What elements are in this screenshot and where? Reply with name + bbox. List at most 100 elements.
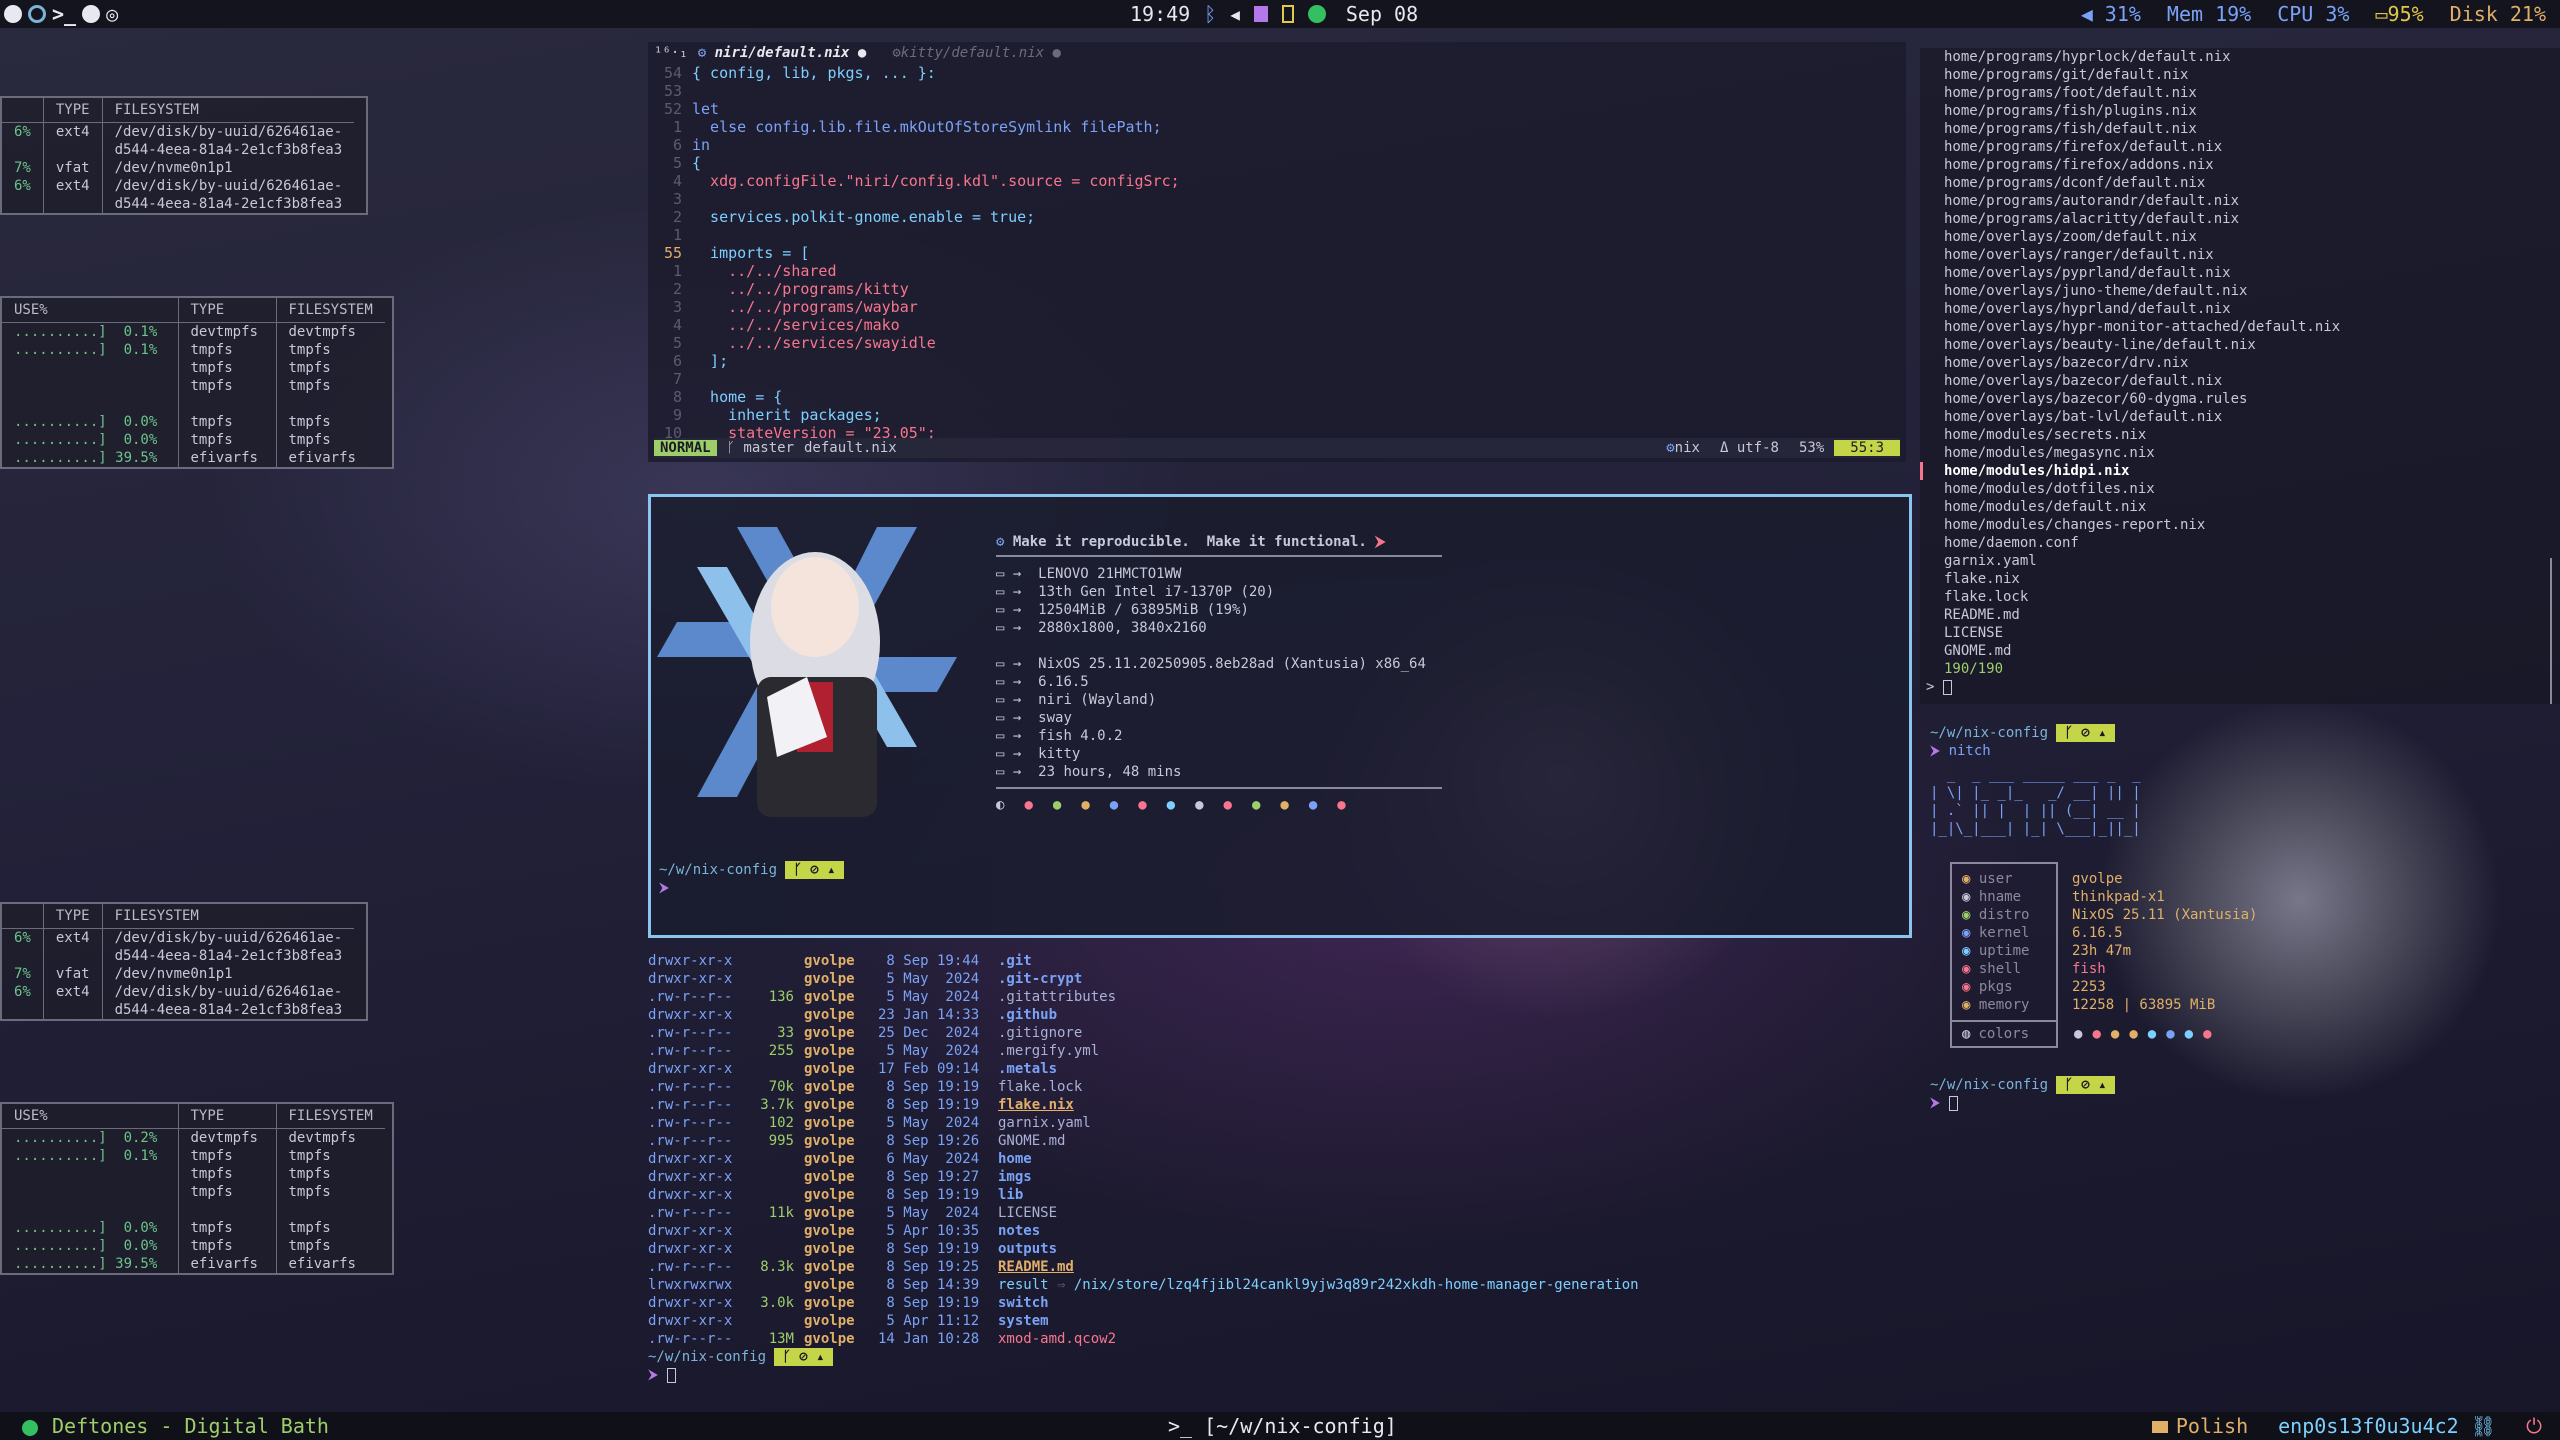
- file-list-item[interactable]: home/overlays/hypr-monitor-attached/defa…: [1920, 318, 2560, 336]
- ls-name[interactable]: lib: [998, 1187, 1023, 1203]
- close-icon[interactable]: ●: [858, 45, 866, 61]
- file-list-item[interactable]: garnix.yaml: [1920, 552, 2560, 570]
- file-list-item[interactable]: home/programs/git/default.nix: [1920, 66, 2560, 84]
- network-status[interactable]: enp0s13f0u3u4c2 ⛓: [2278, 1414, 2496, 1438]
- ghost-icon: ●: [1251, 797, 1261, 813]
- fetch-prompt[interactable]: ~/w/nix-config ᚴ ⊘ ▴ ⮞: [659, 861, 844, 897]
- bluetooth-icon[interactable]: ᛒ: [1204, 2, 1216, 26]
- ls-name[interactable]: GNOME.md: [998, 1133, 1065, 1149]
- ls-name[interactable]: .git: [998, 953, 1032, 969]
- tab-kitty-default[interactable]: ⚙kitty/default.nix ●: [892, 45, 1061, 61]
- ls-name[interactable]: system: [998, 1313, 1049, 1329]
- ls-name[interactable]: .gitattributes: [998, 989, 1116, 1005]
- spotify-icon[interactable]: [1307, 5, 1326, 23]
- ls-name[interactable]: result: [998, 1277, 1049, 1293]
- fastfetch-window[interactable]: ⚙ Make it reproducible. Make it function…: [648, 494, 1912, 938]
- ls-name[interactable]: garnix.yaml: [998, 1115, 1091, 1131]
- file-list-item[interactable]: home/overlays/bat-lvl/default.nix: [1920, 408, 2560, 426]
- ls-name[interactable]: flake.nix: [998, 1097, 1074, 1113]
- close-icon[interactable]: ●: [1053, 45, 1061, 61]
- nitch-key-row: ◉ distro: [1962, 906, 2046, 924]
- file-list-item[interactable]: home/overlays/pyprland/default.nix: [1920, 264, 2560, 282]
- nitch-input[interactable]: ⮞: [1920, 1094, 2560, 1112]
- file-list-item[interactable]: home/overlays/hyprland/default.nix: [1920, 300, 2560, 318]
- file-list-item[interactable]: home/overlays/bazecor/60-dygma.rules: [1920, 390, 2560, 408]
- file-list-item[interactable]: home/modules/megasync.nix: [1920, 444, 2560, 462]
- file-list-item[interactable]: home/overlays/zoom/default.nix: [1920, 228, 2560, 246]
- file-list-item[interactable]: home/programs/dconf/default.nix: [1920, 174, 2560, 192]
- ls-name[interactable]: notes: [998, 1223, 1040, 1239]
- file-list-item[interactable]: home/modules/changes-report.nix: [1920, 516, 2560, 534]
- clock[interactable]: 19:49: [1130, 2, 1190, 26]
- file-list-item[interactable]: LICENSE: [1920, 624, 2560, 642]
- nixos-icon[interactable]: [4, 5, 22, 23]
- ls-name[interactable]: xmod-amd.qcow2: [998, 1331, 1116, 1347]
- ls-name[interactable]: flake.lock: [998, 1079, 1082, 1095]
- ls-name[interactable]: LICENSE: [998, 1205, 1057, 1221]
- nitch-info-box: ◉ user ◉ hname ◉ distro ◉ kernel ◉ uptime ◉ s…: [1950, 862, 2560, 1022]
- file-list-item[interactable]: home/programs/autorandr/default.nix: [1920, 192, 2560, 210]
- ls-name[interactable]: switch: [998, 1295, 1049, 1311]
- file-list-item[interactable]: home/programs/hyprlock/default.nix: [1920, 48, 2560, 66]
- now-playing[interactable]: Deftones - Digital Bath: [0, 1414, 341, 1438]
- terminal-icon[interactable]: >_: [52, 2, 76, 26]
- file-list-item[interactable]: home/overlays/ranger/default.nix: [1920, 246, 2560, 264]
- power-icon[interactable]: ⏻: [2526, 1414, 2542, 1438]
- table-cell: tmpfs: [275, 1147, 385, 1165]
- file-list-item[interactable]: home/daemon.conf: [1920, 534, 2560, 552]
- volume-indicator[interactable]: ◀ 31%: [2081, 2, 2141, 26]
- ls-name[interactable]: .github: [998, 1007, 1057, 1023]
- file-list-item[interactable]: home/overlays/beauty-line/default.nix: [1920, 336, 2560, 354]
- file-list-item[interactable]: home/programs/firefox/addons.nix: [1920, 156, 2560, 174]
- file-list-item[interactable]: home/modules/dotfiles.nix: [1920, 480, 2560, 498]
- file-list-item[interactable]: home/modules/hidpi.nix: [1920, 462, 2560, 480]
- file-list-item[interactable]: home/modules/secrets.nix: [1920, 426, 2560, 444]
- firefox-icon[interactable]: [28, 5, 46, 23]
- tab-niri-default[interactable]: ⚙ niri/default.nix ●: [698, 45, 867, 61]
- ls-name[interactable]: README.md: [998, 1259, 1074, 1275]
- ls-name[interactable]: home: [998, 1151, 1032, 1167]
- fzf-input[interactable]: >: [1920, 678, 2560, 696]
- file-list-item[interactable]: flake.nix: [1920, 570, 2560, 588]
- file-list-item[interactable]: home/programs/foot/default.nix: [1920, 84, 2560, 102]
- ascii-line: |_|\_|___| |_| \___|_||_|: [1930, 821, 2141, 837]
- date[interactable]: Sep 08: [1346, 2, 1418, 26]
- file-list-item[interactable]: home/programs/fish/default.nix: [1920, 120, 2560, 138]
- editor-buffer[interactable]: 54{ config, lib, pkgs, ... }: 53 52 let 1 el…: [648, 64, 1906, 442]
- network-icon[interactable]: ◎: [106, 2, 118, 26]
- fzf-scrollbar[interactable]: [2550, 558, 2552, 704]
- fzf-file-list[interactable]: home/programs/hyprlock/default.nix home/p…: [1920, 48, 2560, 704]
- ls-user: gvolpe: [804, 1007, 855, 1023]
- tray-purple-icon[interactable]: [1253, 6, 1268, 22]
- disk-indicator: Disk 21%: [2449, 2, 2546, 26]
- ls-user: gvolpe: [804, 1295, 855, 1311]
- file-list-item[interactable]: home/programs/fish/plugins.nix: [1920, 102, 2560, 120]
- file-list-item[interactable]: home/overlays/juno-theme/default.nix: [1920, 282, 2560, 300]
- ls-terminal[interactable]: drwxr-xr-x gvolpe 8 Sep 19:44 .git drwxr-xr…: [648, 952, 1906, 1392]
- file-list-item[interactable]: README.md: [1920, 606, 2560, 624]
- file-list-item[interactable]: home/overlays/bazecor/drv.nix: [1920, 354, 2560, 372]
- ls-name[interactable]: imgs: [998, 1169, 1032, 1185]
- keyboard-layout[interactable]: Polish: [2151, 1414, 2248, 1438]
- ls-name[interactable]: .metals: [998, 1061, 1057, 1077]
- battery-yellow-icon[interactable]: [1281, 5, 1294, 23]
- ls-input[interactable]: ⮞: [648, 1366, 1906, 1384]
- file-list-item[interactable]: home/modules/default.nix: [1920, 498, 2560, 516]
- ls-name[interactable]: .mergify.yml: [998, 1043, 1099, 1059]
- ls-row: drwxr-xr-x gvolpe 8 Sep 19:44 .git: [648, 952, 1906, 970]
- telegram-icon[interactable]: [82, 5, 101, 23]
- file-list-item[interactable]: flake.lock: [1920, 588, 2560, 606]
- file-list-item[interactable]: home/programs/alacritty/default.nix: [1920, 210, 2560, 228]
- editor-window[interactable]: ¹⁶·₁ ⚙ niri/default.nix ● ⚙kitty/default…: [648, 42, 1906, 462]
- line-number: 2: [672, 208, 682, 226]
- ls-name[interactable]: outputs: [998, 1241, 1057, 1257]
- ls-name[interactable]: .git-crypt: [998, 971, 1082, 987]
- ls-date: 8 Sep 19:44: [878, 953, 980, 969]
- file-list-item[interactable]: home/programs/firefox/default.nix: [1920, 138, 2560, 156]
- nitch-terminal[interactable]: ~/w/nix-config ᚴ ⊘ ▴ ⮞ nitch _ _ ___ ___…: [1920, 724, 2560, 1404]
- volume-icon[interactable]: ◀: [1230, 5, 1240, 24]
- code-line: 6 ];: [648, 352, 1906, 370]
- file-list-item[interactable]: home/overlays/bazecor/default.nix: [1920, 372, 2560, 390]
- file-list-item[interactable]: GNOME.md: [1920, 642, 2560, 660]
- ls-name[interactable]: .gitignore: [998, 1025, 1082, 1041]
